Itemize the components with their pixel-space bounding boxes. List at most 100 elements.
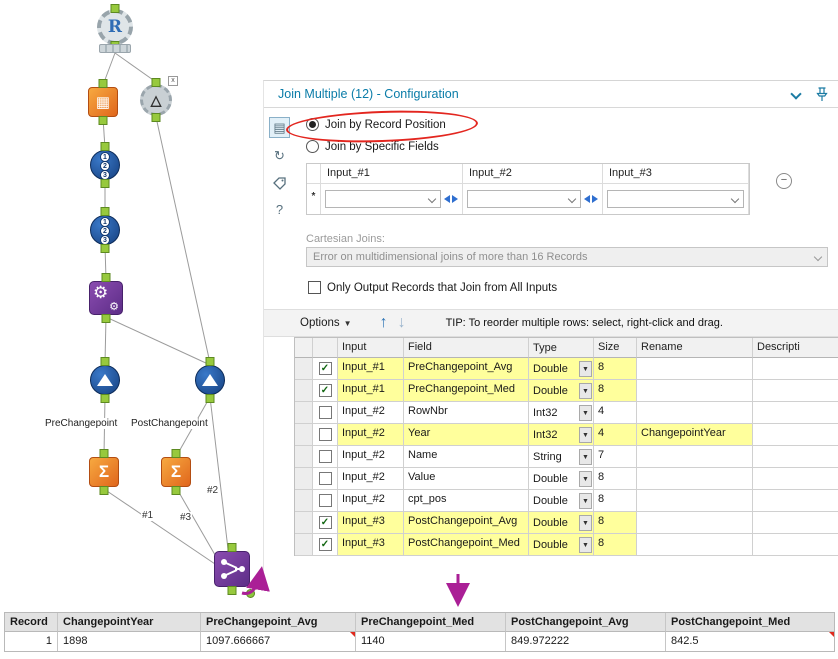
type-dropdown-icon[interactable]: ▼ [579, 448, 592, 465]
left-right-arrows-icon[interactable] [584, 195, 598, 203]
output-anchor-icon[interactable] [246, 589, 255, 598]
rename-cell[interactable] [637, 446, 753, 468]
row-selector[interactable] [295, 402, 313, 424]
type-dropdown-icon[interactable]: ▼ [579, 404, 592, 421]
row-selector[interactable] [295, 468, 313, 490]
row-selector[interactable] [295, 424, 313, 446]
move-down-button[interactable]: ↓ [398, 314, 406, 332]
radio-selected-icon[interactable] [306, 118, 319, 131]
type-cell[interactable]: Double ▼ [529, 512, 594, 534]
type-dropdown-icon[interactable]: ▼ [579, 360, 592, 377]
type-cell[interactable]: Double ▼ [529, 490, 594, 512]
type-cell[interactable]: Int32 ▼ [529, 402, 594, 424]
type-cell[interactable]: Double ▼ [529, 468, 594, 490]
row-selector[interactable] [295, 490, 313, 512]
field-row[interactable]: Input_#2 RowNbr Int32 ▼ 4 [295, 402, 838, 424]
move-up-button[interactable]: ↑ [380, 314, 388, 332]
size-cell[interactable]: 8 [594, 512, 637, 534]
rename-cell[interactable] [637, 512, 753, 534]
navigation-tab-icon[interactable]: ↻ [269, 145, 290, 166]
checkbox-unchecked-icon[interactable] [308, 281, 321, 294]
join-by-record-radio[interactable]: Join by Record Position [306, 118, 446, 131]
summarize-tool-icon[interactable]: Σ [89, 457, 119, 487]
description-cell[interactable] [753, 446, 838, 468]
type-cell[interactable]: String ▼ [529, 446, 594, 468]
record-id-tool-icon[interactable]: 1 2 3 [90, 150, 120, 180]
radio-unselected-icon[interactable] [306, 140, 319, 153]
rename-cell[interactable] [637, 490, 753, 512]
cartesian-joins-dropdown[interactable]: Error on multidimensional joins of more … [306, 247, 828, 267]
field-row[interactable]: ✓ Input_#1 PreChangepoint_Med Double ▼ 8 [295, 380, 838, 402]
r-tool-icon[interactable]: R [97, 9, 133, 45]
sort-tool-icon[interactable] [195, 365, 225, 395]
rename-cell[interactable] [637, 402, 753, 424]
field-checkbox[interactable]: ✓ [313, 534, 338, 556]
size-cell[interactable]: 8 [594, 380, 637, 402]
size-cell[interactable]: 8 [594, 534, 637, 556]
description-cell[interactable] [753, 380, 838, 402]
field-row[interactable]: ✓ Input_#1 PreChangepoint_Avg Double ▼ 8 [295, 358, 838, 380]
description-cell[interactable] [753, 512, 838, 534]
sort-tool-icon[interactable] [90, 365, 120, 395]
row-selector[interactable] [295, 512, 313, 534]
only-output-checkbox-row[interactable]: Only Output Records that Join from All I… [308, 281, 557, 294]
description-cell[interactable] [753, 424, 838, 446]
size-cell[interactable]: 8 [594, 358, 637, 380]
size-cell[interactable]: 8 [594, 490, 637, 512]
rename-cell[interactable] [637, 358, 753, 380]
help-tab-icon[interactable]: ? [269, 199, 290, 220]
type-dropdown-icon[interactable]: ▼ [579, 470, 592, 487]
type-cell[interactable]: Double ▼ [529, 534, 594, 556]
description-cell[interactable] [753, 402, 838, 424]
type-dropdown-icon[interactable]: ▼ [579, 514, 592, 531]
size-cell[interactable]: 8 [594, 468, 637, 490]
type-cell[interactable]: Int32 ▼ [529, 424, 594, 446]
field-checkbox[interactable] [313, 468, 338, 490]
size-cell[interactable]: 4 [594, 402, 637, 424]
description-cell[interactable] [753, 490, 838, 512]
field-row[interactable]: ✓ Input_#3 PostChangepoint_Med Double ▼ 8 [295, 534, 838, 556]
field-row[interactable]: Input_#2 Value Double ▼ 8 [295, 468, 838, 490]
pin-icon[interactable] [816, 86, 828, 102]
type-dropdown-icon[interactable]: ▼ [579, 492, 592, 509]
description-cell[interactable] [753, 534, 838, 556]
rename-cell[interactable] [637, 380, 753, 402]
macro-gears-tool-icon[interactable]: ⚙ ⚙ [89, 281, 123, 315]
row-selector[interactable] [295, 534, 313, 556]
field-row[interactable]: ✓ Input_#3 PostChangepoint_Avg Double ▼ 8 [295, 512, 838, 534]
row-selector[interactable] [295, 446, 313, 468]
join-field-select[interactable] [607, 190, 744, 208]
field-row[interactable]: Input_#2 cpt_pos Double ▼ 8 [295, 490, 838, 512]
join-field-select[interactable] [467, 190, 581, 208]
left-right-arrows-icon[interactable] [444, 195, 458, 203]
field-checkbox[interactable] [313, 490, 338, 512]
type-dropdown-icon[interactable]: ▼ [579, 426, 592, 443]
configuration-tab-icon[interactable]: ▤ [269, 117, 290, 138]
field-checkbox[interactable]: ✓ [313, 512, 338, 534]
record-id-tool-icon[interactable]: 1 2 3 [90, 215, 120, 245]
description-cell[interactable] [753, 468, 838, 490]
type-dropdown-icon[interactable]: ▼ [579, 536, 592, 553]
row-selector[interactable] [295, 380, 313, 402]
field-checkbox[interactable] [313, 424, 338, 446]
description-cell[interactable] [753, 358, 838, 380]
field-checkbox[interactable] [313, 402, 338, 424]
chart-macro-tool-icon[interactable]: △ [140, 84, 172, 116]
type-cell[interactable]: Double ▼ [529, 380, 594, 402]
join-by-fields-radio[interactable]: Join by Specific Fields [306, 140, 439, 153]
chevron-down-icon[interactable] [790, 88, 802, 100]
field-checkbox[interactable]: ✓ [313, 380, 338, 402]
rename-cell[interactable]: ChangepointYear [637, 424, 753, 446]
field-row[interactable]: Input_#2 Year Int32 ▼ 4 ChangepointYear [295, 424, 838, 446]
field-checkbox[interactable]: ✓ [313, 358, 338, 380]
size-cell[interactable]: 4 [594, 424, 637, 446]
annotation-tag-icon[interactable] [269, 173, 290, 194]
rename-cell[interactable] [637, 468, 753, 490]
arrange-tool-icon[interactable]: ▦ [88, 87, 118, 117]
rename-cell[interactable] [637, 534, 753, 556]
options-button[interactable]: Options ▼ [300, 317, 352, 329]
row-selector[interactable] [295, 358, 313, 380]
field-checkbox[interactable] [313, 446, 338, 468]
size-cell[interactable]: 7 [594, 446, 637, 468]
type-cell[interactable]: Double ▼ [529, 358, 594, 380]
